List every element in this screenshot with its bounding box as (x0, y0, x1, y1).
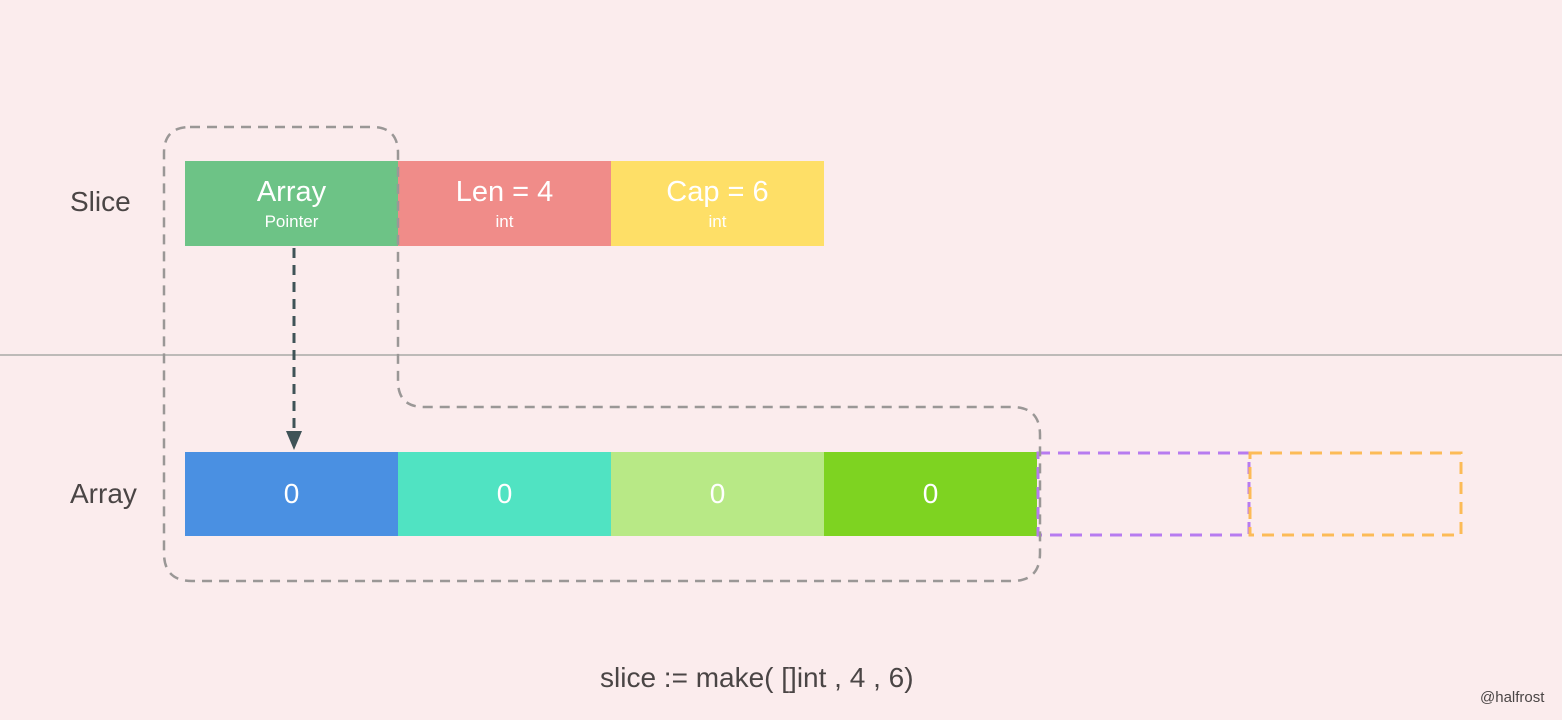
code-caption: slice := make( []int , 4 , 6) (600, 662, 914, 693)
author-credit: @halfrost (1480, 689, 1545, 706)
capacity-slot-2 (1248, 451, 1463, 537)
capacity-slot-1 (1036, 451, 1251, 537)
diagram-overlay (162, 125, 1463, 583)
pointer-arrow-head (286, 431, 302, 450)
